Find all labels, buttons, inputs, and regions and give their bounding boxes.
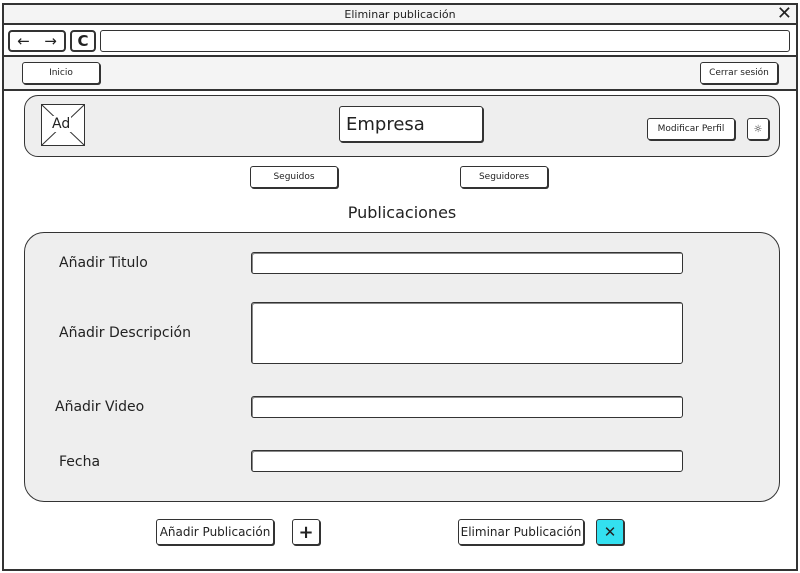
publications-heading: Publicaciones: [347, 203, 457, 222]
ad-image-placeholder: Ad: [41, 104, 85, 146]
followers-button[interactable]: Seguidores: [460, 166, 548, 188]
following-button[interactable]: Seguidos: [250, 166, 338, 188]
video-label: Añadir Video: [55, 399, 145, 415]
browser-window: Eliminar publicación ✕ ← → C Inicio Cerr…: [2, 3, 798, 571]
home-button[interactable]: Inicio: [22, 62, 100, 84]
description-label: Añadir Descripción: [59, 325, 191, 341]
description-textarea[interactable]: [251, 302, 683, 364]
close-icon[interactable]: ✕: [777, 4, 792, 24]
delete-x-icon[interactable]: ✕: [596, 519, 624, 545]
reload-icon[interactable]: C: [70, 30, 96, 52]
edit-profile-button[interactable]: Modificar Perfil: [647, 118, 735, 140]
profile-header: Ad Empresa Modificar Perfil ☼: [24, 95, 780, 157]
title-input[interactable]: [251, 252, 683, 274]
ad-label: Ad: [51, 116, 72, 132]
window-title: Eliminar publicación: [344, 7, 456, 21]
logout-button[interactable]: Cerrar sesión: [700, 62, 778, 84]
date-label: Fecha: [59, 454, 101, 470]
add-publication-button[interactable]: Añadir Publicación: [156, 519, 274, 545]
back-icon[interactable]: ←: [17, 32, 30, 50]
publication-form: Añadir Titulo Añadir Descripción Añadir …: [24, 232, 780, 502]
date-input[interactable]: [251, 450, 683, 472]
company-name: Empresa: [339, 106, 483, 142]
forward-icon[interactable]: →: [44, 32, 57, 50]
window-titlebar: Eliminar publicación ✕: [4, 4, 796, 25]
video-input[interactable]: [251, 396, 683, 418]
address-bar: ← → C: [4, 27, 796, 57]
menu-bar: Inicio Cerrar sesión: [4, 57, 796, 91]
settings-icon[interactable]: ☼: [747, 118, 769, 140]
url-input[interactable]: [100, 30, 790, 52]
plus-icon[interactable]: +: [292, 519, 320, 545]
nav-buttons: ← →: [8, 30, 66, 52]
delete-publication-button[interactable]: Eliminar Publicación: [458, 519, 584, 545]
title-label: Añadir Titulo: [59, 255, 148, 271]
